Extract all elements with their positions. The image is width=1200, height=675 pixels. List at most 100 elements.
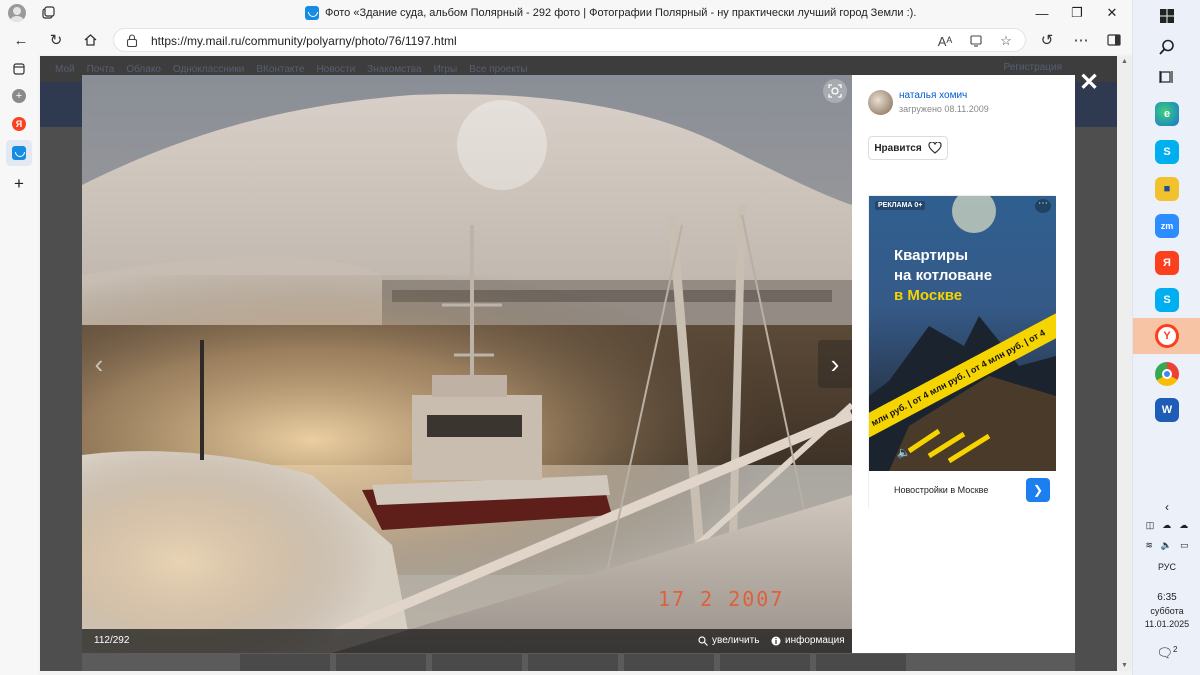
wifi-icon[interactable]: ≋ (1145, 540, 1153, 551)
info-label: информация (785, 635, 845, 646)
back-button[interactable]: ← (10, 30, 32, 50)
tabs-icon[interactable] (9, 59, 29, 79)
file-explorer-icon[interactable]: ■ (1155, 177, 1179, 201)
tray-icons-row-1: ◫ ☁ ☁ (1133, 520, 1200, 531)
nav-item[interactable]: Все проекты (469, 64, 527, 75)
ad-menu-icon[interactable]: ⋯ (1035, 199, 1051, 213)
language-indicator[interactable]: РУС (1133, 562, 1200, 572)
read-aloud-icon[interactable]: Aᴬ (936, 33, 954, 49)
scroll-up-icon[interactable]: ▲ (1121, 58, 1128, 65)
zoom-app-icon[interactable]: zm (1155, 214, 1179, 238)
clock-day[interactable]: суббота (1133, 606, 1200, 616)
favorite-star-icon[interactable]: ☆ (997, 33, 1015, 49)
refresh-button[interactable]: ↻ (45, 30, 67, 50)
onedrive-icon[interactable]: ☁ (1162, 520, 1171, 531)
info-icon (771, 636, 781, 645)
nav-item[interactable]: Мой (55, 64, 75, 75)
yandex-app-icon[interactable]: Я (1155, 251, 1179, 275)
thumbnail (432, 654, 522, 671)
ad-open-button[interactable]: ❯ (1026, 478, 1050, 502)
task-view-icon[interactable] (1157, 67, 1177, 87)
edge-app-icon[interactable]: e (1155, 102, 1179, 126)
backdrop-left (40, 127, 82, 671)
close-window-button[interactable]: ✕ (1097, 0, 1127, 26)
clock-date[interactable]: 11.01.2025 (1133, 619, 1200, 629)
nav-item[interactable]: Игры (434, 64, 458, 75)
nav-item[interactable]: Одноклассники (173, 64, 244, 75)
page-scrollbar[interactable]: ▲ ▼ (1117, 56, 1132, 671)
ad-image[interactable]: РЕКЛАМА 0+ ⋯ Квартиры на котловане в Мос… (869, 196, 1056, 471)
previous-photo-button[interactable]: ‹ (82, 340, 116, 388)
nav-item[interactable]: Знакомства (367, 64, 421, 75)
volume-icon[interactable]: 🔈 (1161, 540, 1172, 551)
nav-item[interactable]: Почта (87, 64, 115, 75)
yandex-browser-icon[interactable]: Y (1155, 324, 1179, 348)
yandex-icon[interactable]: Я (9, 114, 29, 134)
notifications-icon[interactable]: 🗨2 (1133, 645, 1200, 661)
url-text: https://my.mail.ru/community/polyarny/ph… (151, 34, 457, 48)
nav-item[interactable]: ВКонтакте (256, 64, 304, 75)
app-available-icon[interactable] (967, 33, 985, 49)
scroll-down-icon[interactable]: ▼ (1121, 662, 1128, 669)
tray-cloud-icon[interactable]: ☁ (1179, 520, 1188, 531)
add-app-icon[interactable]: + (9, 174, 29, 194)
minimize-button[interactable]: — (1027, 0, 1057, 26)
nav-item[interactable]: Новости (316, 64, 355, 75)
ad-footer-text: Новостройки в Москве (894, 485, 989, 495)
sidebar-toggle-icon[interactable] (1103, 30, 1125, 50)
author-avatar[interactable] (868, 90, 893, 115)
ad-headline-line: на котловане (894, 267, 993, 284)
image-search-lens-icon[interactable] (823, 79, 847, 103)
skype-app-icon-2[interactable]: S (1155, 288, 1179, 312)
browser-left-sidebar: + Я + (0, 54, 38, 675)
register-link[interactable]: Регистрация (1004, 62, 1062, 73)
mail-app-icon[interactable] (6, 140, 32, 166)
url-path: /community/polyarny/photo/76/1197.html (241, 34, 457, 48)
photo-viewer-modal: 17 2 2007 ‹ › 112/292 увеличить информац… (82, 75, 1075, 653)
skype-app-icon[interactable]: S (1155, 140, 1179, 164)
photo-footer-bar: 112/292 увеличить информация (82, 629, 852, 653)
search-icon[interactable] (1157, 37, 1177, 57)
history-icon[interactable]: ↺ (1036, 30, 1058, 50)
ad-headline-line: Квартиры (894, 247, 969, 264)
tab-actions-icon[interactable] (40, 5, 56, 21)
notification-count: 2 (1173, 645, 1178, 654)
photo-info-panel: наталья хомич загружено 08.11.2009 Нрави… (852, 75, 1075, 653)
profile-avatar[interactable] (8, 4, 26, 22)
zoom-label: увеличить (712, 635, 760, 646)
thumbnail (816, 654, 906, 671)
thumbnail (336, 654, 426, 671)
browser-titlebar: Фото «Здание суда, альбом Полярный - 292… (0, 0, 1132, 26)
ad-footer[interactable]: Новостройки в Москве ❯ (869, 471, 1056, 509)
mute-icon[interactable]: 🔈 (897, 446, 911, 459)
background-thumbnails (240, 654, 940, 671)
clock-time[interactable]: 6:35 (1133, 592, 1200, 603)
ad-headline-line: в Москве (894, 287, 963, 304)
word-app-icon[interactable]: W (1155, 398, 1179, 422)
thumbnail (528, 654, 618, 671)
like-button[interactable]: Нравится (868, 136, 948, 160)
mail-app-favicon-icon (12, 146, 26, 160)
zoom-icon (698, 635, 708, 646)
zoom-button[interactable]: увеличить (698, 635, 759, 646)
thumbnail (624, 654, 714, 671)
info-button[interactable]: информация (771, 635, 845, 646)
next-photo-button[interactable]: › (818, 340, 852, 388)
author-name-link[interactable]: наталья хомич (899, 90, 967, 101)
more-options-icon[interactable]: ⋯ (1070, 30, 1092, 50)
address-bar-row: ← ↻ https://my.mail.ru/community/polyarn… (0, 26, 1132, 54)
close-viewer-button[interactable]: ✕ (1077, 71, 1101, 96)
chrome-app-icon[interactable] (1155, 362, 1179, 386)
windows-start-icon[interactable] (1157, 6, 1177, 26)
tray-expand-icon[interactable]: ‹ (1133, 500, 1200, 514)
battery-icon[interactable]: ▭ (1180, 540, 1189, 551)
nav-item[interactable]: Облако (126, 64, 161, 75)
thumbnail (240, 654, 330, 671)
url-field[interactable]: https://my.mail.ru/community/polyarny/ph… (113, 28, 1026, 52)
maximize-button[interactable]: ❐ (1062, 0, 1092, 26)
photo[interactable]: 17 2 2007 ‹ › 112/292 увеличить информац… (82, 75, 852, 653)
extension-plus-icon[interactable]: + (9, 86, 29, 106)
advertisement[interactable]: РЕКЛАМА 0+ ⋯ Квартиры на котловане в Мос… (868, 195, 1056, 509)
home-button[interactable] (79, 30, 101, 50)
tray-device-icon[interactable]: ◫ (1146, 520, 1155, 531)
